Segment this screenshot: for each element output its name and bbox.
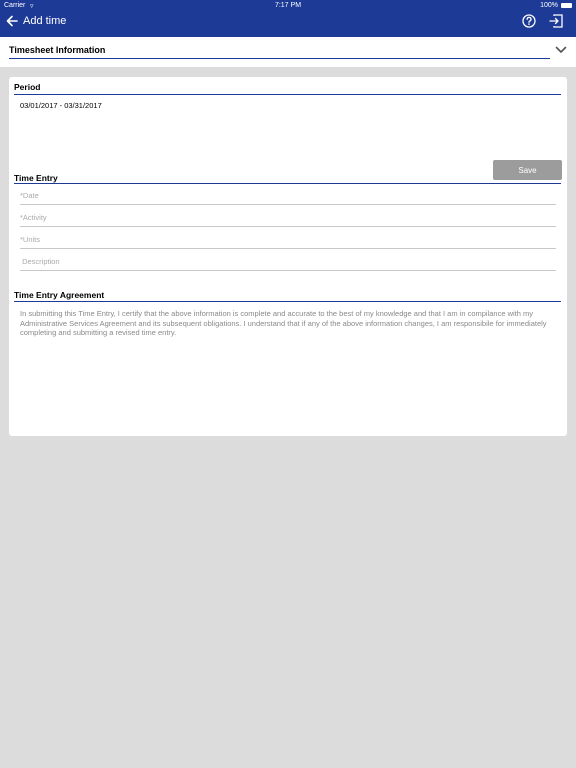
help-button[interactable]: [521, 13, 537, 29]
period-value: 03/01/2017 - 03/31/2017: [20, 101, 102, 110]
time-entry-title: Time Entry: [14, 173, 58, 183]
page-title: Add time: [23, 15, 67, 27]
timesheet-information-title: Timesheet Information: [9, 45, 106, 55]
status-time: 7:17 PM: [274, 2, 302, 9]
period-divider: [14, 94, 561, 95]
time-entry-divider: [14, 183, 561, 184]
time-entry-card: Period 03/01/2017 - 03/31/2017 Save Time…: [9, 77, 567, 436]
save-button[interactable]: Save: [493, 160, 562, 180]
nav-bar: Add time: [0, 11, 576, 37]
date-field[interactable]: [20, 186, 556, 205]
logout-button[interactable]: [548, 13, 564, 29]
description-field[interactable]: [20, 252, 556, 271]
back-button[interactable]: [4, 13, 20, 29]
period-title: Period: [14, 82, 41, 92]
help-circle-icon: [522, 14, 536, 28]
status-bar: Carrier ▿ 7:17 PM 100%: [0, 0, 576, 11]
battery-icon: [561, 3, 572, 8]
activity-field[interactable]: [20, 208, 556, 227]
back-arrow-icon: [6, 15, 18, 27]
units-field[interactable]: [20, 230, 556, 249]
agreement-title: Time Entry Agreement: [14, 290, 105, 300]
timesheet-information-underline: [9, 58, 550, 59]
chevron-down-icon[interactable]: [555, 44, 567, 56]
top-bar: Carrier ▿ 7:17 PM 100% Add time: [0, 0, 576, 37]
agreement-divider: [14, 301, 561, 302]
logout-icon: [549, 14, 563, 28]
agreement-text: In submitting this Time Entry, I certify…: [20, 309, 547, 337]
status-battery-text: 100%: [540, 2, 558, 9]
timesheet-information-header[interactable]: Timesheet Information: [0, 37, 576, 67]
